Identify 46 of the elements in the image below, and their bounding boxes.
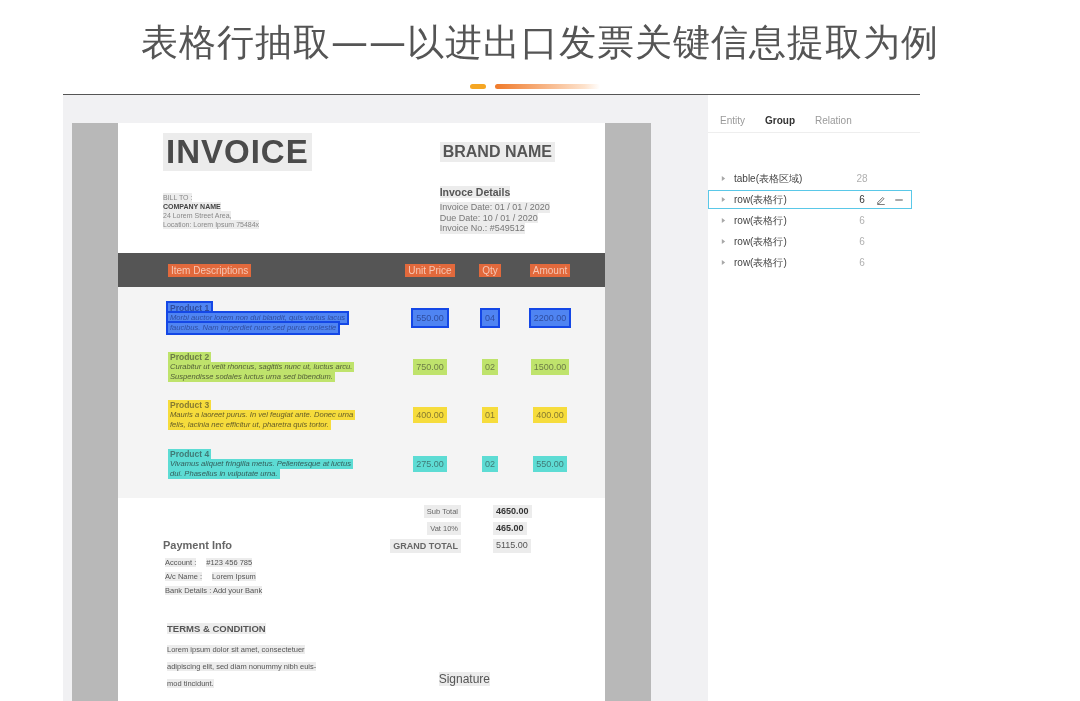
group-item[interactable]: row(表格行) 6 bbox=[708, 253, 912, 272]
amount: 1500.00 bbox=[530, 358, 570, 375]
invoice-detail: Invoice Date: 01 / 01 / 2020 bbox=[439, 202, 550, 213]
panel-tab[interactable]: Group bbox=[765, 115, 795, 126]
unit-price: 550.00 bbox=[413, 310, 447, 327]
caret-icon[interactable] bbox=[721, 175, 726, 182]
group-item[interactable]: row(表格行) 6 bbox=[708, 190, 912, 209]
pencil-icon[interactable] bbox=[876, 194, 886, 205]
invoice-detail: Invoice No.: #549512 bbox=[439, 223, 525, 234]
quantity: 02 bbox=[482, 358, 498, 375]
column-header: Item Descriptions bbox=[168, 263, 252, 277]
slide-title: 表格行抽取——以进出口发票关键信息提取为例 bbox=[140, 20, 940, 66]
signature-label: Signature bbox=[438, 672, 490, 686]
column-header: Unit Price bbox=[405, 263, 455, 277]
caret-icon[interactable] bbox=[721, 217, 726, 224]
amount: 400.00 bbox=[533, 407, 567, 424]
amount: 550.00 bbox=[533, 455, 567, 472]
quantity: 02 bbox=[482, 455, 498, 472]
amount: 2200.00 bbox=[530, 310, 570, 327]
column-header: Qty bbox=[479, 263, 501, 277]
caret-icon[interactable] bbox=[721, 259, 726, 266]
group-item[interactable]: row(表格行) 6 bbox=[708, 232, 912, 251]
caret-icon[interactable] bbox=[721, 238, 726, 245]
payment-heading: Payment Info bbox=[163, 539, 233, 551]
unit-price: 275.00 bbox=[413, 455, 447, 472]
brand-name: BRAND NAME bbox=[439, 142, 555, 162]
terms-heading: TERMS & CONDITION bbox=[167, 623, 266, 634]
invoice-title: INVOICE bbox=[163, 133, 312, 171]
total-value: 5115.00 bbox=[493, 539, 531, 553]
details-heading: Invoce Details bbox=[439, 186, 511, 198]
product-name: Product 3 bbox=[168, 400, 212, 411]
unit-price: 750.00 bbox=[413, 358, 447, 375]
quantity: 04 bbox=[482, 310, 498, 327]
unit-price: 400.00 bbox=[413, 407, 447, 424]
product-name: Product 2 bbox=[168, 351, 212, 362]
accent-bar bbox=[470, 83, 486, 89]
quantity: 01 bbox=[482, 407, 498, 424]
product-name: Product 4 bbox=[168, 448, 212, 459]
total-value: 4650.00 bbox=[493, 505, 532, 518]
caret-icon[interactable] bbox=[721, 196, 726, 203]
total-label: GRAND TOTAL bbox=[390, 539, 461, 553]
total-value: 465.00 bbox=[493, 522, 527, 535]
group-item[interactable]: table(表格区域) 28 bbox=[708, 169, 912, 188]
invoice-detail: Due Date: 10 / 01 / 2020 bbox=[439, 212, 538, 223]
group-item[interactable]: row(表格行) 6 bbox=[708, 211, 912, 230]
column-header: Amount bbox=[529, 263, 571, 277]
